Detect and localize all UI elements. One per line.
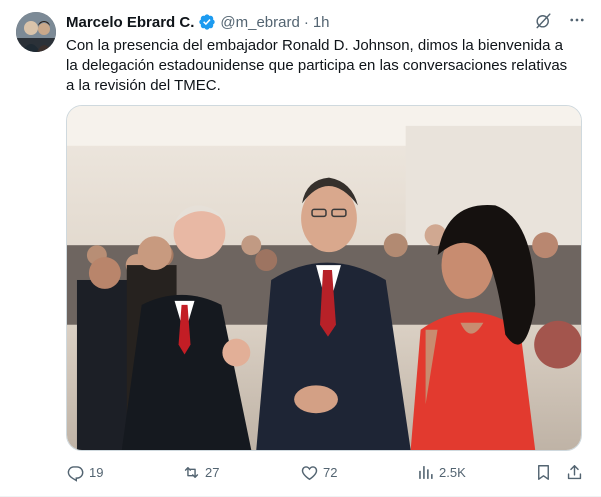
author-name[interactable]: Marcelo Ebrard C. [66, 14, 194, 31]
bookmark-button[interactable] [534, 461, 553, 483]
author-handle[interactable]: @m_ebrard [220, 14, 299, 31]
heart-icon [301, 465, 318, 480]
tweet-text: Con la presencia del embajador Ronald D.… [66, 37, 568, 94]
tweet[interactable]: Marcelo Ebrard C. @m_ebrard · 1h Con la [0, 0, 601, 497]
bookmark-icon [538, 464, 549, 480]
share-button[interactable] [565, 461, 584, 483]
views-button[interactable]: 2.5K [416, 461, 466, 483]
verified-badge-icon[interactable] [198, 13, 216, 31]
like-count: 72 [323, 464, 338, 480]
reply-button[interactable]: 19 [66, 461, 103, 483]
reply-count: 19 [89, 464, 104, 480]
like-button[interactable]: 72 [300, 461, 337, 483]
share-icon [567, 464, 582, 479]
tweet-timestamp[interactable]: 1h [313, 14, 330, 31]
repost-button[interactable]: 27 [182, 461, 219, 483]
tweet-top-actions [533, 10, 587, 30]
tweet-header: Marcelo Ebrard C. @m_ebrard · 1h [66, 12, 330, 32]
views-icon [419, 465, 433, 479]
views-count: 2.5K [439, 464, 466, 480]
tweet-photo[interactable] [66, 105, 582, 451]
repost-icon [184, 466, 199, 478]
separator-dot: · [303, 13, 309, 31]
author-avatar[interactable] [16, 12, 56, 52]
grok-icon[interactable] [533, 10, 553, 30]
more-icon[interactable] [567, 10, 587, 30]
tweet-actions: 19 27 72 2.5K [60, 461, 590, 483]
reply-icon [67, 465, 84, 482]
repost-count: 27 [205, 464, 220, 480]
